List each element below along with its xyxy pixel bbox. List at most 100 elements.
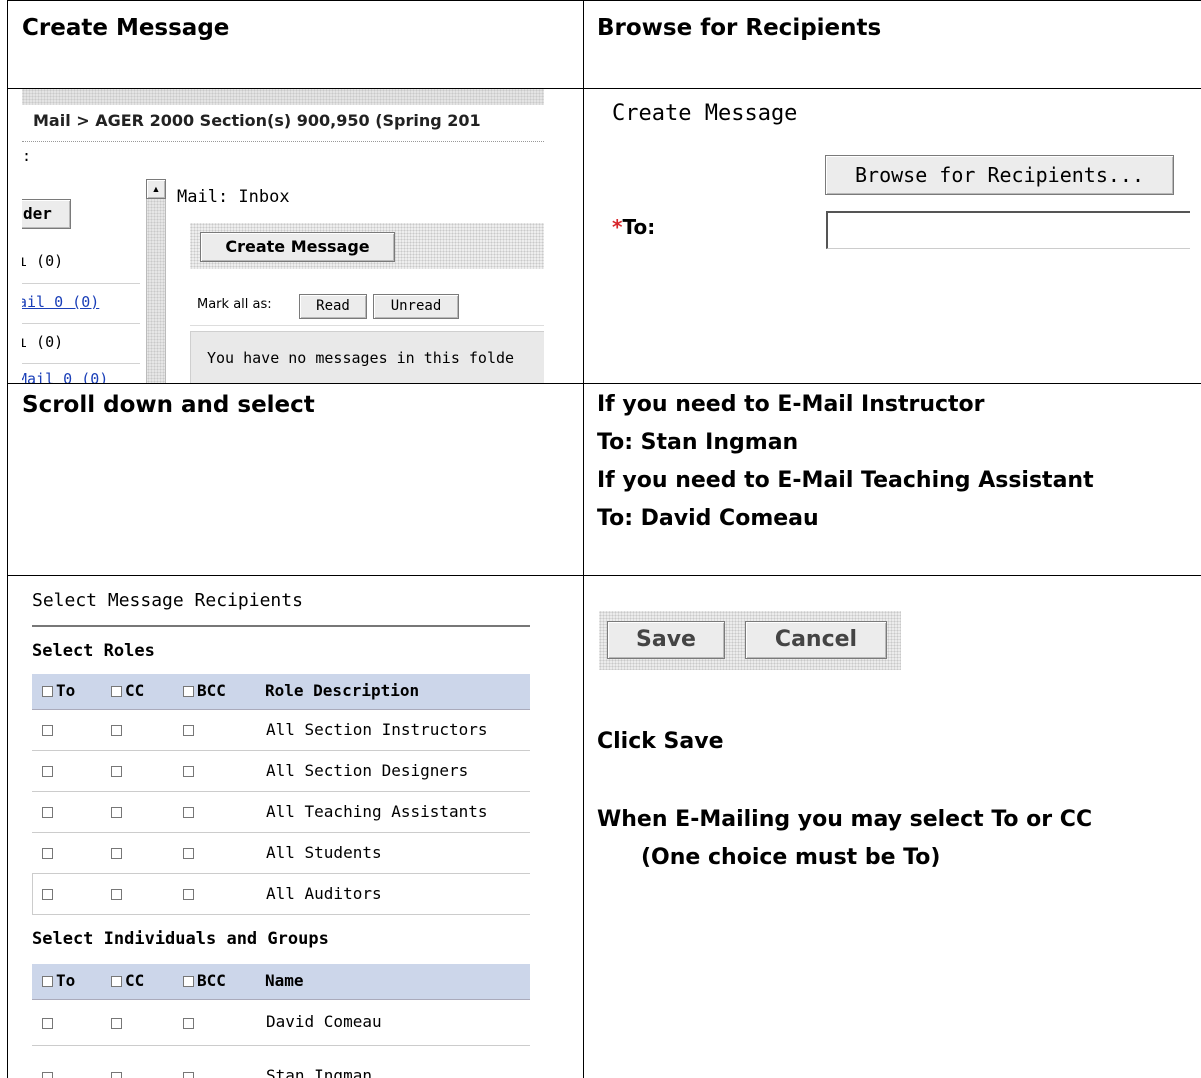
individuals-header-row: To CC BCC Name	[32, 964, 530, 1000]
role-row: All Section Instructors	[32, 710, 530, 751]
assistant-note: If you need to E-Mail Teaching Assistant	[597, 468, 1094, 493]
roles-header-row: To CC BCC Role Description	[32, 674, 530, 710]
role-description: All Section Designers	[266, 761, 469, 780]
role-to-checkbox[interactable]	[42, 725, 53, 736]
roles-header-bcc: BCC	[197, 681, 226, 700]
role-description: All Auditors	[266, 884, 382, 903]
instructor-note: If you need to E-Mail Instructor	[597, 392, 985, 417]
folder-divider	[22, 323, 140, 324]
individuals-header-cc: CC	[125, 971, 145, 990]
role-bcc-checkbox[interactable]	[183, 766, 194, 777]
inbox-title: Mail: Inbox	[177, 187, 290, 207]
individual-row: David Comeau	[32, 1000, 530, 1046]
folder-count-2[interactable]: ail 0 (0)	[22, 293, 99, 311]
roles-cc-all-checkbox[interactable]	[111, 686, 122, 697]
to-label: *To:	[612, 215, 655, 239]
role-cc-checkbox[interactable]	[111, 848, 122, 859]
role-description: All Students	[266, 843, 382, 862]
roles-header-description: Role Description	[265, 681, 420, 700]
save-cancel-toolbar: Save Cancel	[599, 611, 901, 670]
role-to-checkbox[interactable]	[42, 766, 53, 777]
cancel-button[interactable]: Cancel	[745, 621, 887, 659]
individuals-cc-all-checkbox[interactable]	[111, 976, 122, 987]
select-individuals-heading: Select Individuals and Groups	[32, 929, 329, 949]
assistant-name: To: David Comeau	[597, 506, 819, 531]
scroll-up-button[interactable]: ▲	[146, 179, 166, 199]
top-strip	[22, 89, 544, 105]
individuals-header-bcc: BCC	[197, 971, 226, 990]
folder-button-label: der	[23, 204, 52, 223]
mail-breadcrumb: Mail > AGER 2000 Section(s) 900,950 (Spr…	[33, 111, 481, 130]
individual-bcc-checkbox[interactable]	[183, 1072, 194, 1078]
role-row: All Section Designers	[32, 751, 530, 792]
save-button[interactable]: Save	[607, 621, 725, 659]
scrollbar-track[interactable]	[146, 179, 166, 383]
scroll-up-icon: ▲	[151, 184, 161, 194]
individual-name: David Comeau	[266, 1012, 382, 1031]
mark-read-button[interactable]: Read	[299, 294, 367, 319]
individuals-bcc-all-checkbox[interactable]	[183, 976, 194, 987]
recipients-title: Select Message Recipients	[32, 590, 303, 611]
cell-heading-create-message: Create Message	[22, 15, 230, 41]
select-recipients-screenshot: Select Message Recipients Select Roles T…	[22, 576, 530, 1078]
browse-recipients-screenshot: Create Message Browse for Recipients... …	[600, 89, 1190, 383]
role-cc-checkbox[interactable]	[111, 766, 122, 777]
folder-divider	[22, 363, 140, 364]
browse-for-recipients-button[interactable]: Browse for Recipients...	[825, 155, 1174, 195]
to-label-text: To:	[622, 215, 656, 239]
instructor-name: To: Stan Ingman	[597, 430, 799, 455]
folder-count-4[interactable]: Mail 0 (0)	[22, 370, 108, 383]
mark-divider	[190, 325, 544, 326]
roles-header-cc: CC	[125, 681, 145, 700]
role-cc-checkbox[interactable]	[111, 725, 122, 736]
role-bcc-checkbox[interactable]	[183, 889, 194, 900]
individual-bcc-checkbox[interactable]	[183, 1018, 194, 1029]
individuals-header-to: To	[56, 971, 76, 990]
table-border-middle	[583, 0, 584, 1078]
empty-folder-message: You have no messages in this folde	[207, 349, 515, 367]
individual-to-checkbox[interactable]	[42, 1072, 53, 1078]
role-to-checkbox[interactable]	[42, 807, 53, 818]
roles-to-all-checkbox[interactable]	[42, 686, 53, 697]
required-mark: *	[612, 215, 623, 239]
role-cc-checkbox[interactable]	[111, 889, 122, 900]
select-roles-heading: Select Roles	[32, 641, 155, 661]
individuals-to-all-checkbox[interactable]	[42, 976, 53, 987]
folder-button[interactable]: der	[22, 199, 71, 229]
table-border-left	[7, 0, 8, 1078]
colon-text: :	[22, 147, 32, 165]
role-to-checkbox[interactable]	[42, 848, 53, 859]
breadcrumb-divider	[22, 141, 544, 142]
individual-cc-checkbox[interactable]	[111, 1072, 122, 1078]
table-border-row2	[7, 383, 1201, 384]
role-bcc-checkbox[interactable]	[183, 807, 194, 818]
cell-heading-scroll-down: Scroll down and select	[22, 392, 315, 418]
individual-cc-checkbox[interactable]	[111, 1018, 122, 1029]
roles-header-to: To	[56, 681, 76, 700]
folder-link-mail[interactable]: ail 0 (0)	[22, 293, 99, 311]
create-message-button[interactable]: Create Message	[200, 232, 395, 262]
role-bcc-checkbox[interactable]	[183, 848, 194, 859]
mail-inbox-screenshot: Mail > AGER 2000 Section(s) 900,950 (Spr…	[22, 89, 544, 383]
individuals-header-name: Name	[265, 971, 304, 990]
folder-divider	[22, 283, 140, 284]
title-underline	[32, 625, 530, 627]
to-input[interactable]	[826, 211, 1190, 249]
individual-row: Stan Ingman	[32, 1046, 530, 1078]
individual-to-checkbox[interactable]	[42, 1018, 53, 1029]
role-cc-checkbox[interactable]	[111, 807, 122, 818]
role-bcc-checkbox[interactable]	[183, 725, 194, 736]
folder-count-1: ı (0)	[22, 252, 64, 270]
mark-unread-button[interactable]: Unread	[373, 294, 459, 319]
roles-bcc-all-checkbox[interactable]	[183, 686, 194, 697]
folder-count-3: ı (0)	[22, 333, 64, 351]
click-save-instruction: Click Save	[597, 729, 724, 754]
email-select-instruction: When E-Mailing you may select To or CC	[597, 807, 1093, 832]
role-description: All Teaching Assistants	[266, 802, 488, 821]
email-select-note: (One choice must be To)	[641, 845, 941, 870]
individual-name: Stan Ingman	[266, 1066, 372, 1078]
role-to-checkbox[interactable]	[42, 889, 53, 900]
role-row: All Students	[32, 833, 530, 874]
role-row: All Auditors	[32, 874, 530, 915]
cell-heading-browse-recipients: Browse for Recipients	[597, 15, 882, 41]
